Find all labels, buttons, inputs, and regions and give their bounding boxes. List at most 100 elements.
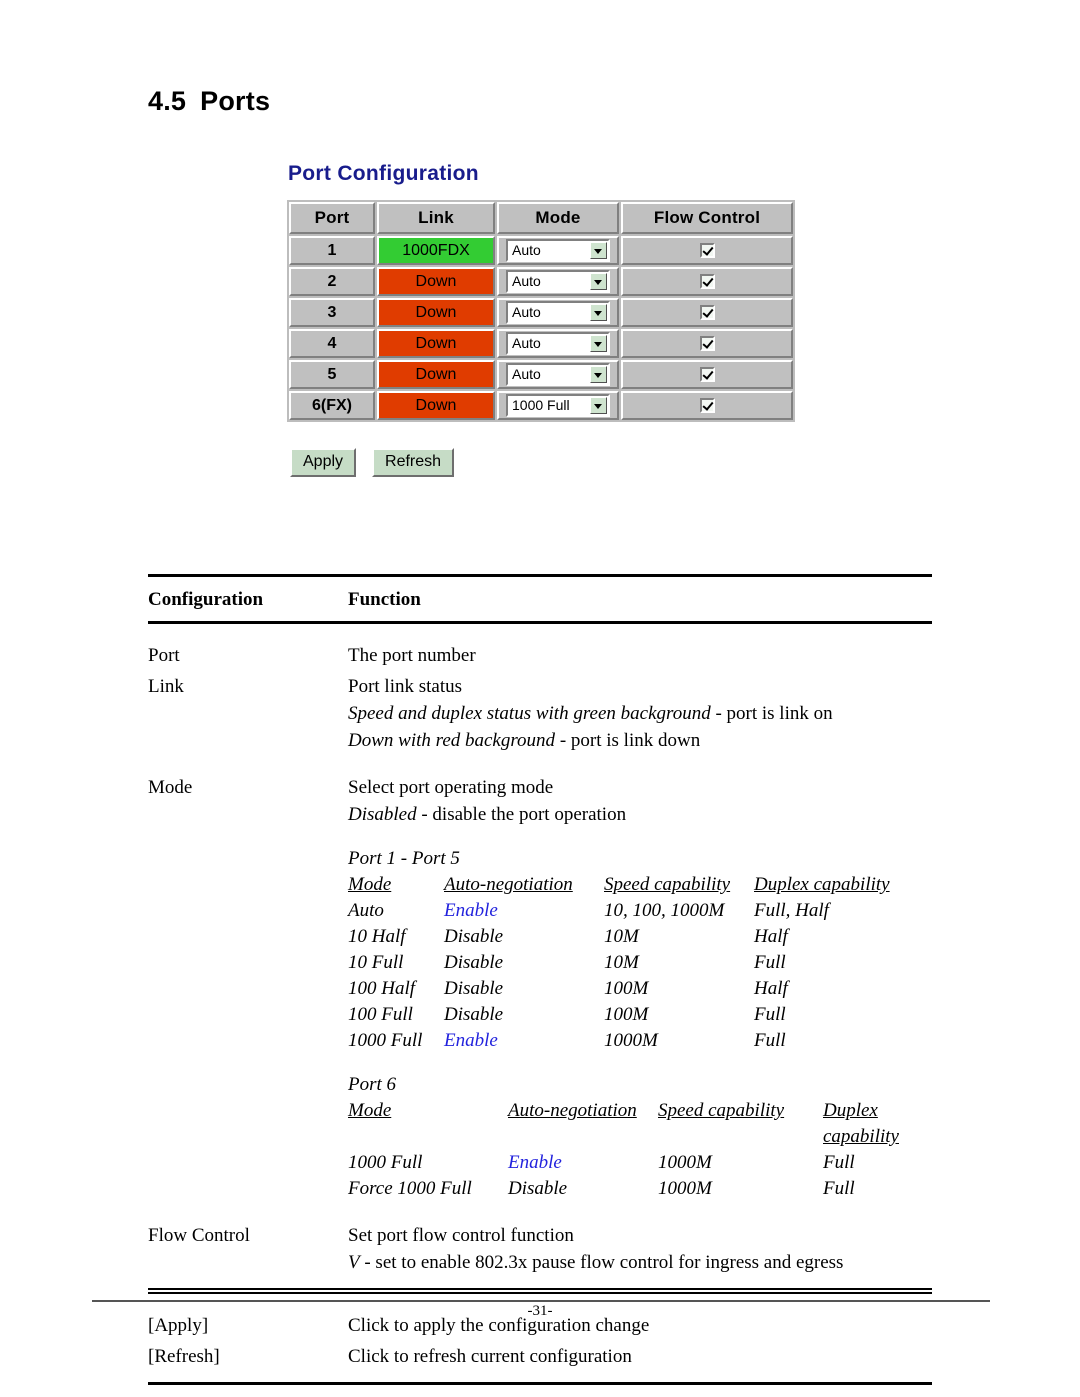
port-configuration-screenshot: Port Configuration Port Link Mode Flow C… <box>287 162 807 477</box>
mode-table-caption: Port 1 - Port 5 <box>348 848 460 869</box>
link-status-cell: Down <box>377 391 495 420</box>
function-text: The port number <box>348 645 476 666</box>
footer-rule <box>92 1300 990 1302</box>
config-name: [Refresh] <box>148 1346 220 1367</box>
table-row: 2 Down Auto <box>289 267 793 296</box>
function-text-green-bg: Speed and duplex status with green backg… <box>348 700 932 727</box>
autoneg-value: Disable <box>444 978 504 999</box>
column-header-port: Port <box>289 202 375 234</box>
table-row: 4 Down Auto <box>289 329 793 358</box>
link-status-cell: Down <box>377 267 495 296</box>
config-name: Mode <box>148 777 193 798</box>
mode-select[interactable]: Auto <box>506 270 610 293</box>
mode-table-port-6: Port 6 Mode Auto-negotiation Speed capab… <box>348 1072 932 1202</box>
function-text: Port link status <box>348 676 463 697</box>
apply-button[interactable]: Apply <box>290 448 357 477</box>
mode-cell: 1000 Full <box>497 391 619 420</box>
mode-value: Auto <box>348 900 384 921</box>
mode-value: 100 Half <box>348 978 416 999</box>
duplex-value: Full <box>823 1152 855 1173</box>
plain-text: - port is link on <box>710 703 833 724</box>
mode-select[interactable]: Auto <box>506 239 610 262</box>
duplex-value: Half <box>754 926 788 947</box>
duplex-value: Full <box>754 1030 786 1051</box>
plain-text: - set to enable 802.3x pause flow contro… <box>359 1252 844 1273</box>
column-header-function: Function <box>348 589 421 610</box>
mode-value: 10 Full <box>348 952 404 973</box>
autoneg-value: Disable <box>444 926 504 947</box>
link-status-badge: Down <box>379 269 493 294</box>
mode-cell: Auto <box>497 329 619 358</box>
function-text-checkbox: V - set to enable 802.3x pause flow cont… <box>348 1249 932 1276</box>
mode-cell: Auto <box>497 360 619 389</box>
emphasis-text: Speed and duplex status with green backg… <box>348 703 711 724</box>
table-row: 5 Down Auto <box>289 360 793 389</box>
desc-row-flow-control: Flow Control Set port flow control funct… <box>148 1220 932 1278</box>
autoneg-value: Disable <box>444 1004 504 1025</box>
link-status-cell: Down <box>377 329 495 358</box>
chevron-down-icon[interactable] <box>590 366 607 383</box>
link-status-badge: 1000FDX <box>379 238 493 263</box>
flow-control-cell <box>621 329 793 358</box>
mode-table-row: 10 Half Disable 10M Half <box>348 924 932 950</box>
mode-select[interactable]: Auto <box>506 332 610 355</box>
link-status-cell: 1000FDX <box>377 236 495 265</box>
speed-value: 100M <box>604 978 649 999</box>
chevron-down-icon[interactable] <box>590 335 607 352</box>
flow-control-checkbox[interactable] <box>699 366 715 382</box>
speed-value: 10M <box>604 926 639 947</box>
mode-table-row: 10 Full Disable 10M Full <box>348 950 932 976</box>
mode-col-header-autoneg: Auto-negotiation <box>444 874 573 895</box>
function-text-red-bg: Down with red background - port is link … <box>348 727 932 754</box>
desc-row-refresh: [Refresh] Click to refresh current confi… <box>148 1341 932 1372</box>
chevron-down-icon[interactable] <box>590 242 607 259</box>
chevron-down-icon[interactable] <box>590 397 607 414</box>
flow-control-checkbox[interactable] <box>699 273 715 289</box>
mode-table-header-row: Mode Auto-negotiation Speed capability D… <box>348 872 932 898</box>
mode-select[interactable]: 1000 Full <box>506 394 610 417</box>
table-header-row: Configuration Function <box>148 577 932 621</box>
port-number-cell: 5 <box>289 360 375 389</box>
refresh-button[interactable]: Refresh <box>372 448 455 477</box>
desc-row-mode: Mode Select port operating mode Disabled… <box>148 772 932 1204</box>
mode-col-header-speed: Speed capability <box>658 1100 785 1121</box>
chevron-down-icon[interactable] <box>590 304 607 321</box>
mode-cell: Auto <box>497 298 619 327</box>
config-name: Link <box>148 676 184 697</box>
flow-control-checkbox[interactable] <box>699 304 715 320</box>
function-text-disabled: Disabled - disable the port operation <box>348 801 932 828</box>
function-text: Set port flow control function <box>348 1225 574 1246</box>
plain-text: - disable the port operation <box>416 804 627 825</box>
flow-control-checkbox[interactable] <box>699 397 715 413</box>
mode-select[interactable]: Auto <box>506 363 610 386</box>
mode-select[interactable]: Auto <box>506 301 610 324</box>
page-title: 4.5 Ports <box>148 86 270 117</box>
mode-value: 10 Half <box>348 926 406 947</box>
plain-text: - port is link down <box>555 730 701 751</box>
flow-control-checkbox[interactable] <box>699 335 715 351</box>
mode-value: Force 1000 Full <box>348 1178 472 1199</box>
mode-col-header-speed: Speed capability <box>604 874 731 895</box>
table-section-rule <box>148 1288 932 1294</box>
table-header-row: Port Link Mode Flow Control <box>289 202 793 234</box>
mode-value: 1000 Full <box>348 1030 423 1051</box>
port-configuration-heading: Port Configuration <box>288 162 479 185</box>
table-row: 6(FX) Down 1000 Full <box>289 391 793 420</box>
mode-table-header-row: Mode Auto-negotiation Speed capability D… <box>348 1098 932 1150</box>
mode-table-row: Auto Enable 10, 100, 1000M Full, Half <box>348 898 932 924</box>
table-bottom-rule <box>148 1382 932 1385</box>
port-number-cell: 6(FX) <box>289 391 375 420</box>
chevron-down-icon[interactable] <box>590 273 607 290</box>
link-status-badge: Down <box>379 300 493 325</box>
column-header-link: Link <box>377 202 495 234</box>
flow-control-cell <box>621 236 793 265</box>
port-configuration-table: Port Link Mode Flow Control 1 1000FDX Au… <box>287 200 795 422</box>
mode-cell: Auto <box>497 236 619 265</box>
mode-table-ports-1-5: Port 1 - Port 5 Mode Auto-negotiation Sp… <box>348 846 932 1054</box>
emphasis-text: Disabled <box>348 804 417 825</box>
link-status-cell: Down <box>377 360 495 389</box>
mode-col-header-duplex: Duplex capability <box>754 874 890 895</box>
page-number: -31- <box>527 1303 553 1319</box>
flow-control-checkbox[interactable] <box>699 242 715 258</box>
column-header-flow-control: Flow Control <box>621 202 793 234</box>
